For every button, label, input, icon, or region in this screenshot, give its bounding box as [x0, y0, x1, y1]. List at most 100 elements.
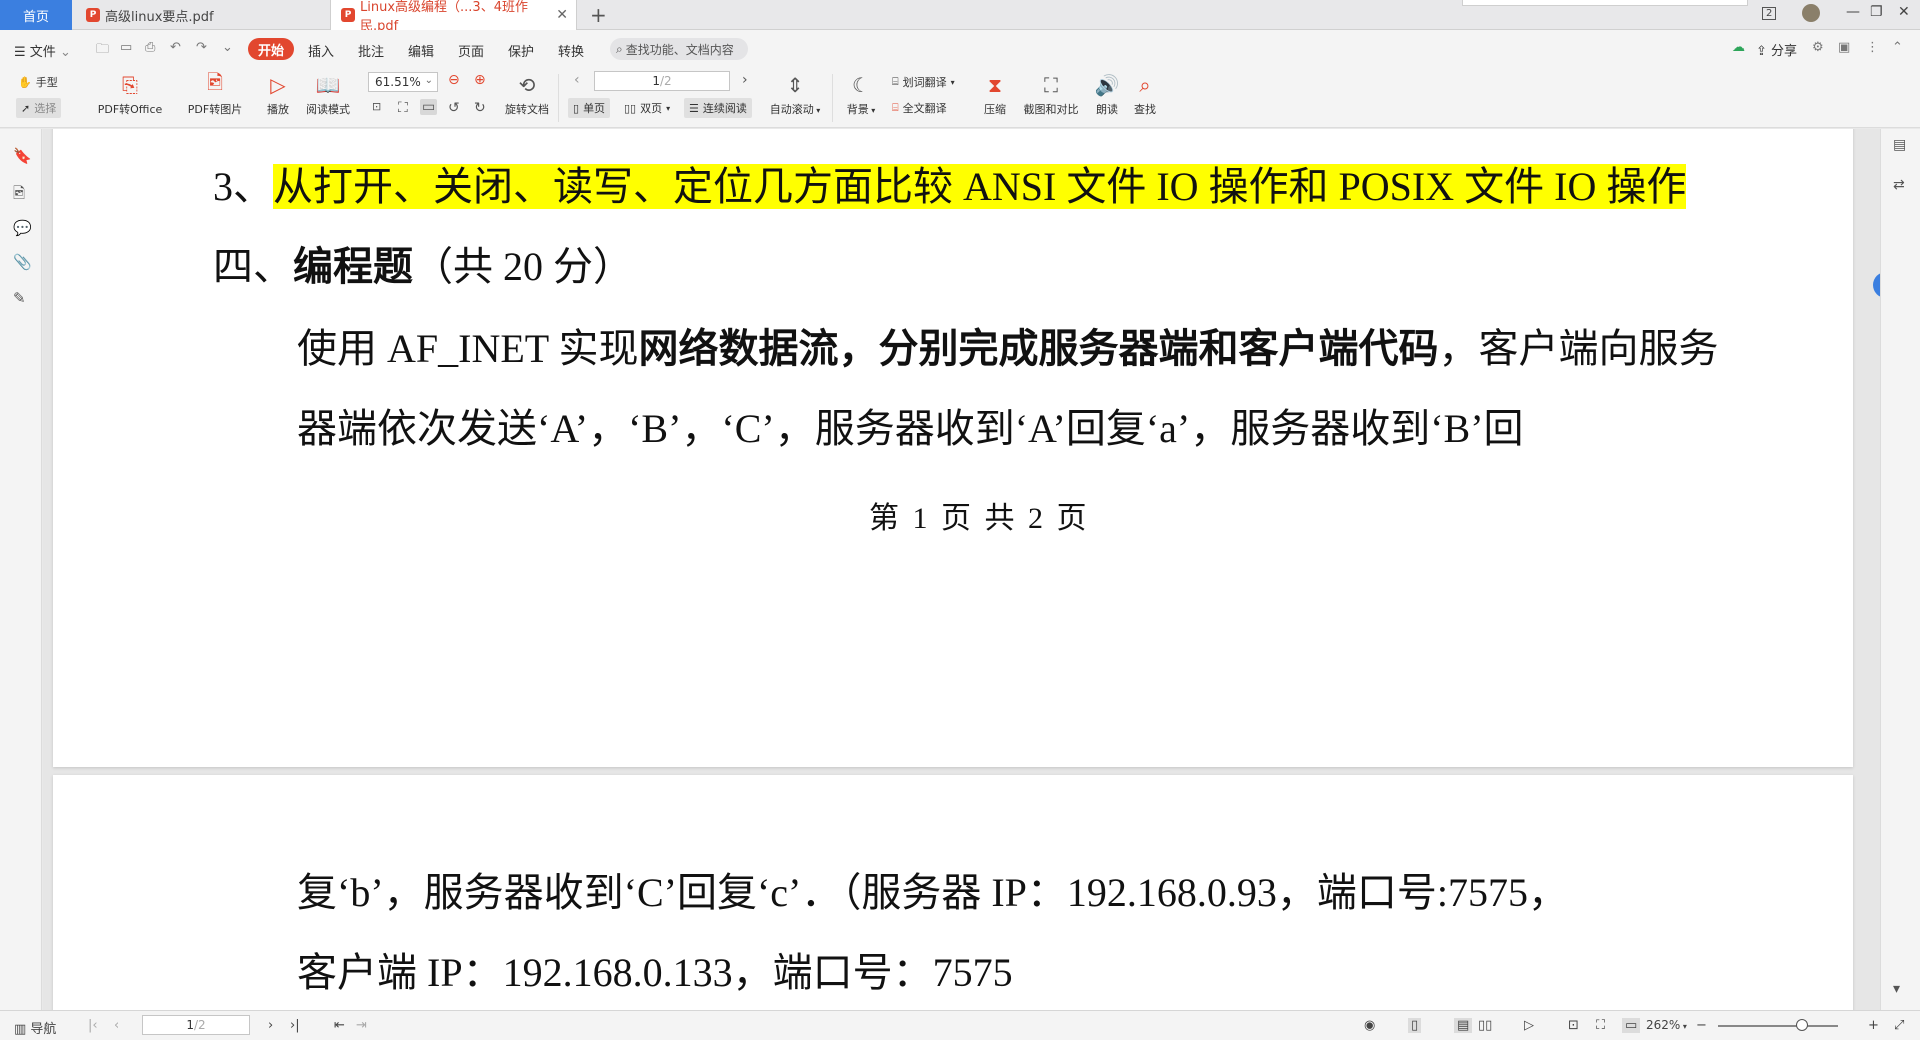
menu-file[interactable]: ☰ 文件 ⌄ — [14, 41, 71, 60]
zoom-level-select[interactable]: 262% ▾ — [1646, 1018, 1687, 1032]
hand-tool-button[interactable]: ✋ 手型 — [18, 74, 58, 90]
forward-icon[interactable]: ⇥ — [356, 1018, 367, 1033]
rotate-left-icon[interactable]: ↺ — [448, 100, 460, 116]
read-aloud-button[interactable]: 🔊 朗读 — [1092, 70, 1122, 117]
find-button[interactable]: ⌕ 查找 — [1130, 70, 1160, 117]
actual-size-icon[interactable]: ⊡ — [372, 100, 381, 113]
zoom-in-icon[interactable]: ⊕ — [474, 72, 486, 88]
play-button[interactable]: ▷ 播放 — [262, 70, 294, 117]
panel-icon[interactable]: ▤ — [1893, 137, 1906, 153]
zoom-select[interactable]: 61.51% ⌄ — [368, 72, 438, 92]
tab-home[interactable]: 首页 — [0, 0, 72, 30]
tab-doc-label: 高级linux要点.pdf — [105, 9, 214, 25]
thumbnail-icon[interactable]: 🖻 — [13, 183, 25, 208]
zoom-slider[interactable] — [1718, 1025, 1838, 1027]
continuous-read-button[interactable]: ☰ 连续阅读 — [684, 98, 752, 118]
new-tab-button[interactable]: + — [590, 3, 607, 27]
zoom-slider-handle[interactable] — [1796, 1019, 1808, 1031]
floating-tool-button[interactable]: ⧉ — [1873, 272, 1880, 298]
select-tool-button[interactable]: ➚ 选择 — [16, 98, 62, 118]
scroll-down-icon[interactable]: ▾ — [1893, 981, 1900, 997]
print-icon[interactable]: ⎙ — [145, 40, 155, 55]
undo-icon[interactable]: ↶ — [170, 40, 181, 55]
fit-width-status-icon[interactable]: ▭ — [1622, 1018, 1641, 1033]
menu-insert[interactable]: 插入 — [308, 41, 334, 60]
zoom-out-icon[interactable]: ⊖ — [448, 72, 460, 88]
restore-icon[interactable]: ❐ — [1870, 4, 1883, 20]
share-button[interactable]: ⇪ 分享 — [1756, 40, 1797, 59]
play-status-icon[interactable]: ▷ — [1524, 1018, 1534, 1033]
compress-button[interactable]: ⧗ 压缩 — [980, 70, 1010, 117]
minimize-icon[interactable]: — — [1846, 4, 1860, 20]
rotate-right-icon[interactable]: ↻ — [474, 100, 486, 116]
close-tab-icon[interactable]: ✕ — [556, 7, 568, 23]
menu-edit[interactable]: 编辑 — [408, 41, 434, 60]
prev-page-icon[interactable]: ‹ — [574, 72, 580, 88]
tab-doc-linux-programming[interactable]: P Linux高级编程（...3、4班作民.pdf ✕ — [330, 0, 577, 34]
translate-panel-icon[interactable]: ⇄ — [1893, 177, 1905, 193]
menu-protect[interactable]: 保护 — [508, 41, 534, 60]
programming-paragraph-line-2: 器端依次发送‘A’，‘B’，‘C’，服务器收到‘A’回复‘a’，服务器收到‘B’… — [297, 406, 1524, 451]
single-page-button[interactable]: ▯ 单页 — [568, 98, 611, 118]
fullscreen-icon[interactable]: ⤢ — [1894, 1018, 1904, 1033]
menu-page[interactable]: 页面 — [458, 41, 484, 60]
double-page-status-icon[interactable]: ▯▯ — [1478, 1018, 1492, 1033]
double-page-button[interactable]: ▯▯ 双页 ▾ — [624, 100, 670, 116]
actual-size-status-icon[interactable]: ⊡ — [1568, 1018, 1579, 1033]
status-page-input[interactable]: 1/2 — [142, 1015, 250, 1035]
document-viewport[interactable]: 3、从打开、关闭、读写、定位几方面比较 ANSI 文件 IO 操作和 POSIX… — [43, 129, 1880, 1010]
collapse-ribbon-icon[interactable]: ⌃ — [1892, 40, 1903, 55]
auto-scroll-icon: ⇕ — [786, 73, 804, 97]
feedback-icon[interactable]: ▣ — [1838, 40, 1850, 55]
question-3-line: 3、从打开、关闭、读写、定位几方面比较 ANSI 文件 IO 操作和 POSIX… — [213, 164, 1687, 209]
zoom-in-status-icon[interactable]: + — [1868, 1018, 1879, 1033]
menu-start[interactable]: 开始 — [248, 38, 294, 60]
nav-toggle[interactable]: ▥ 导航 — [14, 1018, 56, 1037]
avatar[interactable] — [1802, 4, 1820, 26]
rotate-doc-icon: ⟲ — [518, 73, 536, 97]
programming-paragraph-line-4: 客户端 IP：192.168.0.133，端口号：7575 — [297, 950, 1013, 995]
eye-protect-icon[interactable]: ◉ — [1364, 1018, 1375, 1033]
pdf-to-office-button[interactable]: ⎘ PDF转Office — [92, 70, 168, 117]
continuous-status-icon[interactable]: ▤ — [1454, 1018, 1473, 1033]
pdf-to-image-button[interactable]: 🖻 PDF转图片 — [184, 70, 246, 117]
feature-search-input[interactable]: ⌕ 查找功能、文档内容 — [610, 38, 748, 60]
last-page-icon[interactable]: ›| — [290, 1018, 300, 1033]
full-translate-button[interactable]: ⌸ 全文翻译 — [892, 100, 947, 116]
cursor-icon: ➚ — [21, 101, 31, 115]
open-folder-icon[interactable]: 🗀 — [96, 40, 109, 62]
next-page-icon[interactable]: › — [742, 72, 748, 88]
background-button[interactable]: ☾ 背景 ▾ — [842, 70, 880, 117]
zoom-out-status-icon[interactable]: − — [1696, 1018, 1707, 1033]
save-icon[interactable]: ▭ — [120, 40, 132, 55]
back-icon[interactable]: ⇤ — [334, 1018, 345, 1033]
menu-comment[interactable]: 批注 — [358, 41, 384, 60]
cloud-sync-icon[interactable]: ☁ — [1732, 40, 1745, 55]
auto-scroll-button[interactable]: ⇕ 自动滚动 ▾ — [766, 70, 824, 117]
tab-doc-linux-notes[interactable]: P 高级linux要点.pdf — [76, 0, 326, 30]
window-count-badge[interactable]: 2 — [1762, 7, 1777, 20]
settings-icon[interactable]: ⚙ — [1812, 40, 1824, 55]
quick-access-dropdown-icon[interactable]: ⌄ — [222, 40, 233, 55]
close-window-icon[interactable]: ✕ — [1898, 4, 1910, 20]
menu-convert[interactable]: 转换 — [558, 41, 584, 60]
fit-page-status-icon[interactable]: ⛶ — [1596, 1018, 1605, 1033]
fit-page-icon[interactable]: ⛶ — [398, 100, 408, 116]
rotate-document-button[interactable]: ⟲ 旋转文档 — [502, 70, 552, 117]
read-mode-button[interactable]: 📖 阅读模式 — [302, 70, 354, 117]
more-icon[interactable]: ⋮ — [1866, 40, 1879, 55]
single-page-status-icon[interactable]: ▯ — [1408, 1018, 1422, 1033]
fit-width-icon[interactable]: ▭ — [420, 99, 438, 115]
prev-page-status-icon[interactable]: ‹ — [114, 1018, 119, 1033]
page-number-input[interactable]: 1/2 — [594, 71, 730, 91]
left-sidebar: 🔖 🖻 💬 📎 ✎ — [0, 129, 42, 1010]
bookmark-icon[interactable]: 🔖 — [13, 147, 32, 165]
redo-icon[interactable]: ↷ — [196, 40, 207, 55]
screenshot-compare-button[interactable]: ⛶ 截图和对比 — [1020, 70, 1082, 117]
first-page-icon[interactable]: |‹ — [88, 1018, 98, 1033]
next-page-status-icon[interactable]: › — [268, 1018, 273, 1033]
signature-icon[interactable]: ✎ — [13, 289, 26, 307]
comment-icon[interactable]: 💬 — [13, 219, 32, 237]
word-translate-button[interactable]: ⌸ 划词翻译 ▾ — [892, 74, 955, 90]
attachment-icon[interactable]: 📎 — [13, 253, 32, 271]
